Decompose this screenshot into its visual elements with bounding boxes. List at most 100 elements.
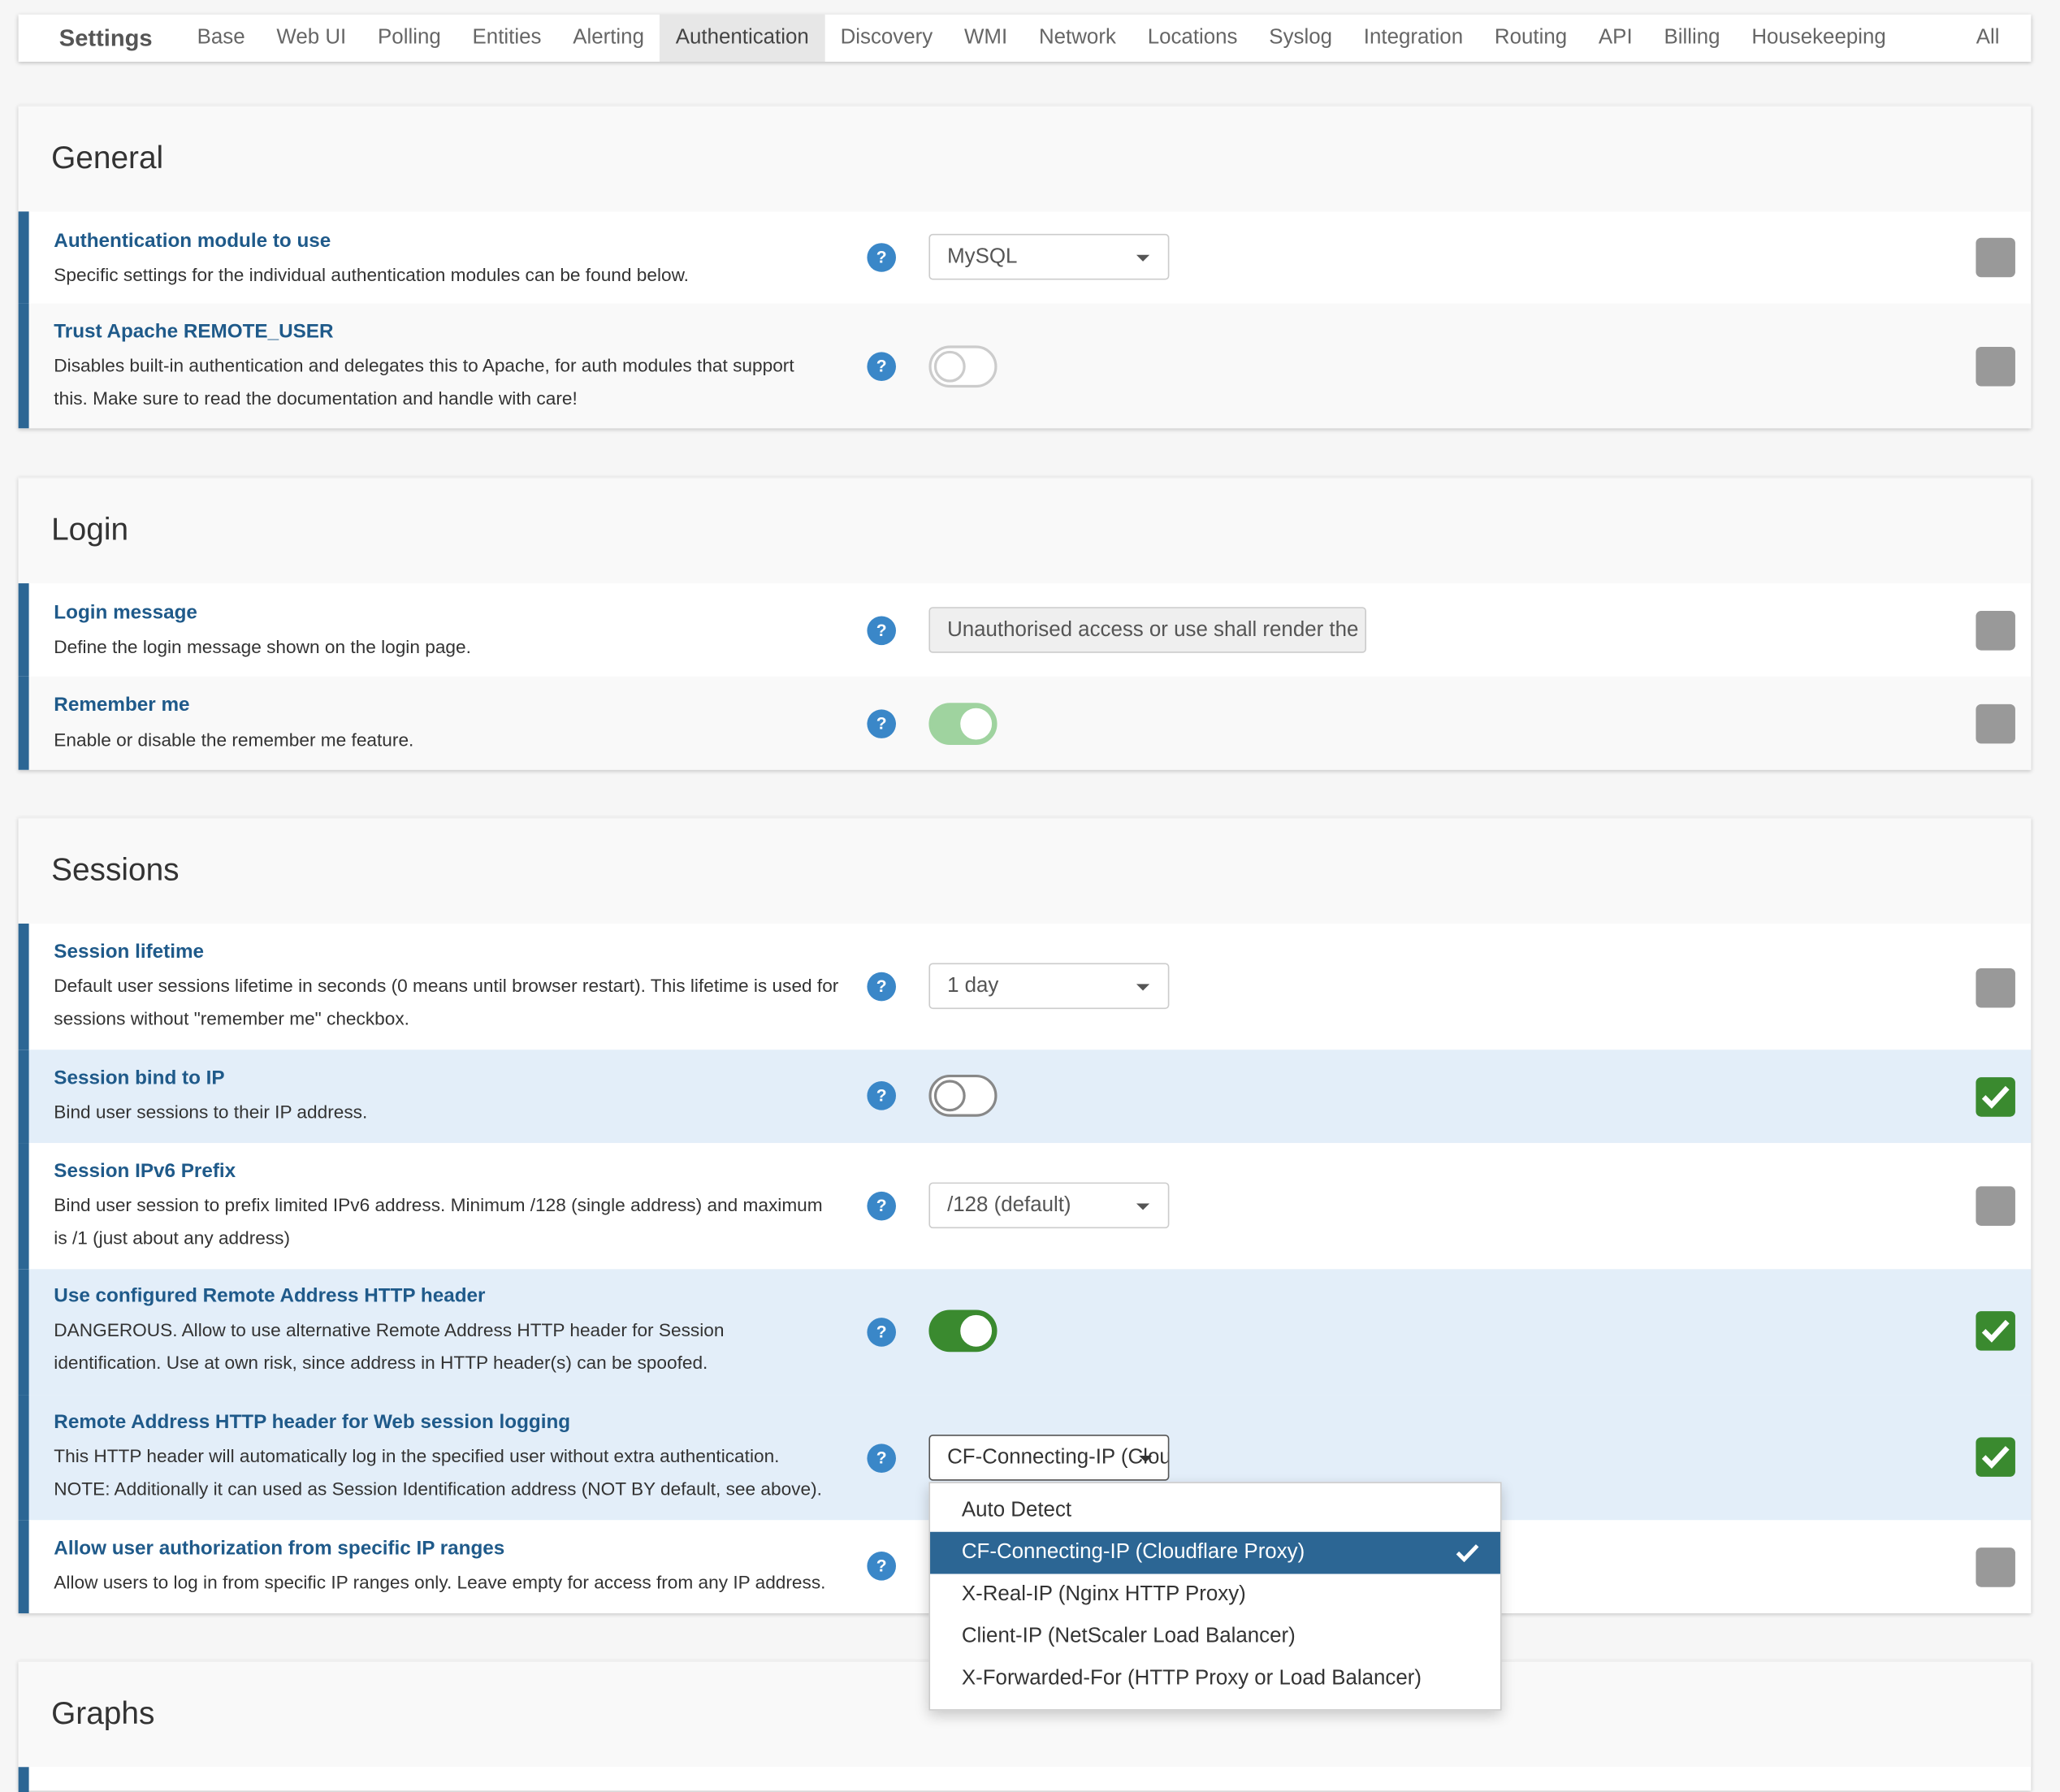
chevron-down-icon (1136, 1203, 1150, 1210)
tab-wmi[interactable]: WMI (949, 15, 1024, 62)
checkmark-icon (1981, 1319, 2010, 1343)
dropdown-option[interactable]: Client-IP (NetScaler Load Balancer) (930, 1616, 1500, 1658)
tab-web-ui[interactable]: Web UI (261, 15, 362, 62)
session-bind-ip-toggle[interactable] (928, 1074, 998, 1117)
setting-title: Session lifetime (54, 940, 205, 963)
header-logging-select[interactable]: CF-Connecting-IP (Cloudflare Proxy) (928, 1435, 1170, 1481)
override-checkbox[interactable] (1976, 967, 2015, 1008)
help-icon[interactable]: ? (867, 243, 896, 272)
override-checkbox[interactable] (1976, 1547, 2015, 1587)
override-checkbox[interactable] (1976, 1311, 2015, 1351)
option-label: CF-Connecting-IP (Cloudflare Proxy) (961, 1541, 1305, 1564)
help-icon[interactable]: ? (867, 1318, 896, 1347)
chevron-down-icon (1136, 254, 1150, 262)
setting-title: Remote Address HTTP header for Web sessi… (54, 1410, 571, 1434)
help-icon[interactable]: ? (867, 1552, 896, 1581)
tab-base[interactable]: Base (181, 15, 261, 62)
setting-row (18, 1767, 2032, 1792)
override-checkbox[interactable] (1976, 611, 2015, 651)
tab-api[interactable]: API (1583, 15, 1649, 62)
tab-integration[interactable]: Integration (1348, 15, 1478, 62)
setting-desc: Enable or disable the remember me featur… (54, 729, 414, 751)
auth-module-select[interactable]: MySQL (928, 233, 1170, 280)
setting-session-ipv6: Session IPv6 Prefix Bind user session to… (18, 1143, 2032, 1270)
help-icon[interactable]: ? (867, 616, 896, 646)
override-checkbox[interactable] (1976, 1077, 2015, 1117)
toggle-knob (960, 708, 993, 740)
setting-desc: Disables built-in authentication and del… (54, 354, 794, 409)
help-icon[interactable]: ? (867, 1444, 896, 1473)
setting-title: Login message (54, 601, 197, 625)
help-icon[interactable]: ? (867, 1191, 896, 1221)
tab-discovery[interactable]: Discovery (824, 15, 948, 62)
tab-routing[interactable]: Routing (1478, 15, 1582, 62)
setting-desc: Define the login message shown on the lo… (54, 635, 471, 657)
override-checkbox[interactable] (1976, 237, 2015, 278)
tab-authentication[interactable]: Authentication (660, 14, 825, 63)
setting-desc: Bind user session to prefix limited IPv6… (54, 1194, 823, 1249)
setting-session-bind-ip: Session bind to IP Bind user sessions to… (18, 1050, 2032, 1144)
override-checkbox[interactable] (1976, 703, 2015, 744)
select-value: MySQL (947, 245, 1018, 268)
checkmark-icon (1456, 1544, 1479, 1562)
login-panel: Login Login message Define the login mes… (18, 477, 2032, 770)
override-checkbox[interactable] (1976, 1437, 2015, 1477)
nav-brand[interactable]: Settings (19, 15, 182, 62)
login-message-input[interactable]: Unauthorised access or use shall render … (928, 607, 1366, 653)
toggle-knob (933, 1080, 966, 1112)
select-value: /128 (default) (947, 1194, 1071, 1217)
setting-title: Session bind to IP (54, 1067, 225, 1089)
tab-alerting[interactable]: Alerting (557, 15, 660, 62)
tab-billing[interactable]: Billing (1648, 15, 1736, 62)
help-icon[interactable]: ? (867, 352, 896, 382)
tab-locations[interactable]: Locations (1132, 15, 1253, 62)
select-value: CF-Connecting-IP (Cloudflare Proxy) (947, 1446, 1170, 1470)
tab-polling[interactable]: Polling (362, 15, 457, 62)
help-icon[interactable]: ? (867, 709, 896, 738)
chevron-down-icon (1139, 1455, 1153, 1463)
toggle-knob (933, 350, 966, 383)
setting-desc: Allow users to log in from specific IP r… (54, 1571, 826, 1593)
tab-entities[interactable]: Entities (457, 15, 557, 62)
select-value: 1 day (947, 975, 999, 998)
setting-title: Allow user authorization from specific I… (54, 1537, 505, 1560)
tab-all[interactable]: All (1960, 15, 2031, 62)
help-icon[interactable]: ? (867, 1081, 896, 1110)
setting-title: Authentication module to use (54, 230, 331, 253)
setting-title: Trust Apache REMOTE_USER (54, 320, 334, 344)
override-checkbox[interactable] (1976, 1186, 2015, 1226)
remote-user-toggle[interactable] (928, 345, 998, 388)
setting-auth-module: Authentication module to use Specific se… (18, 211, 2032, 304)
override-checkbox[interactable] (1976, 346, 2015, 387)
dropdown-option[interactable]: X-Forwarded-For (HTTP Proxy or Load Bala… (930, 1658, 1500, 1700)
toggle-knob (960, 1314, 993, 1347)
ipv6-prefix-select[interactable]: /128 (default) (928, 1182, 1170, 1229)
tab-housekeeping[interactable]: Housekeeping (1736, 15, 1902, 62)
remote-header-toggle[interactable] (928, 1309, 998, 1353)
setting-title: Use configured Remote Address HTTP heade… (54, 1284, 486, 1308)
setting-remember-me: Remember me Enable or disable the rememb… (18, 676, 2032, 770)
setting-remote-user: Trust Apache REMOTE_USER Disables built-… (18, 303, 2032, 429)
checkmark-icon (1981, 1446, 2010, 1469)
setting-desc: Specific settings for the individual aut… (54, 264, 689, 285)
login-heading: Login (18, 477, 2032, 584)
setting-desc: Default user sessions lifetime in second… (54, 975, 839, 1029)
help-icon[interactable]: ? (867, 972, 896, 1002)
tab-network[interactable]: Network (1024, 15, 1132, 62)
setting-session-lifetime: Session lifetime Default user sessions l… (18, 923, 2032, 1050)
setting-login-message: Login message Define the login message s… (18, 583, 2032, 677)
chevron-down-icon (1136, 984, 1150, 991)
general-heading: General (18, 105, 2032, 212)
remember-me-toggle[interactable] (928, 703, 998, 746)
session-lifetime-select[interactable]: 1 day (928, 963, 1170, 1010)
tab-syslog[interactable]: Syslog (1253, 15, 1348, 62)
setting-title: Session IPv6 Prefix (54, 1160, 236, 1183)
setting-desc: DANGEROUS. Allow to use alternative Remo… (54, 1318, 725, 1374)
dropdown-option[interactable]: X-Real-IP (Nginx HTTP Proxy) (930, 1574, 1500, 1617)
dropdown-option[interactable]: Auto Detect (930, 1490, 1500, 1532)
settings-nav: Settings Base Web UI Polling Entities Al… (18, 14, 2032, 63)
checkmark-icon (1981, 1085, 2010, 1109)
setting-desc: This HTTP header will automatically log … (54, 1445, 822, 1500)
general-panel: General Authentication module to use Spe… (18, 105, 2032, 429)
dropdown-option-selected[interactable]: CF-Connecting-IP (Cloudflare Proxy) (930, 1531, 1500, 1574)
